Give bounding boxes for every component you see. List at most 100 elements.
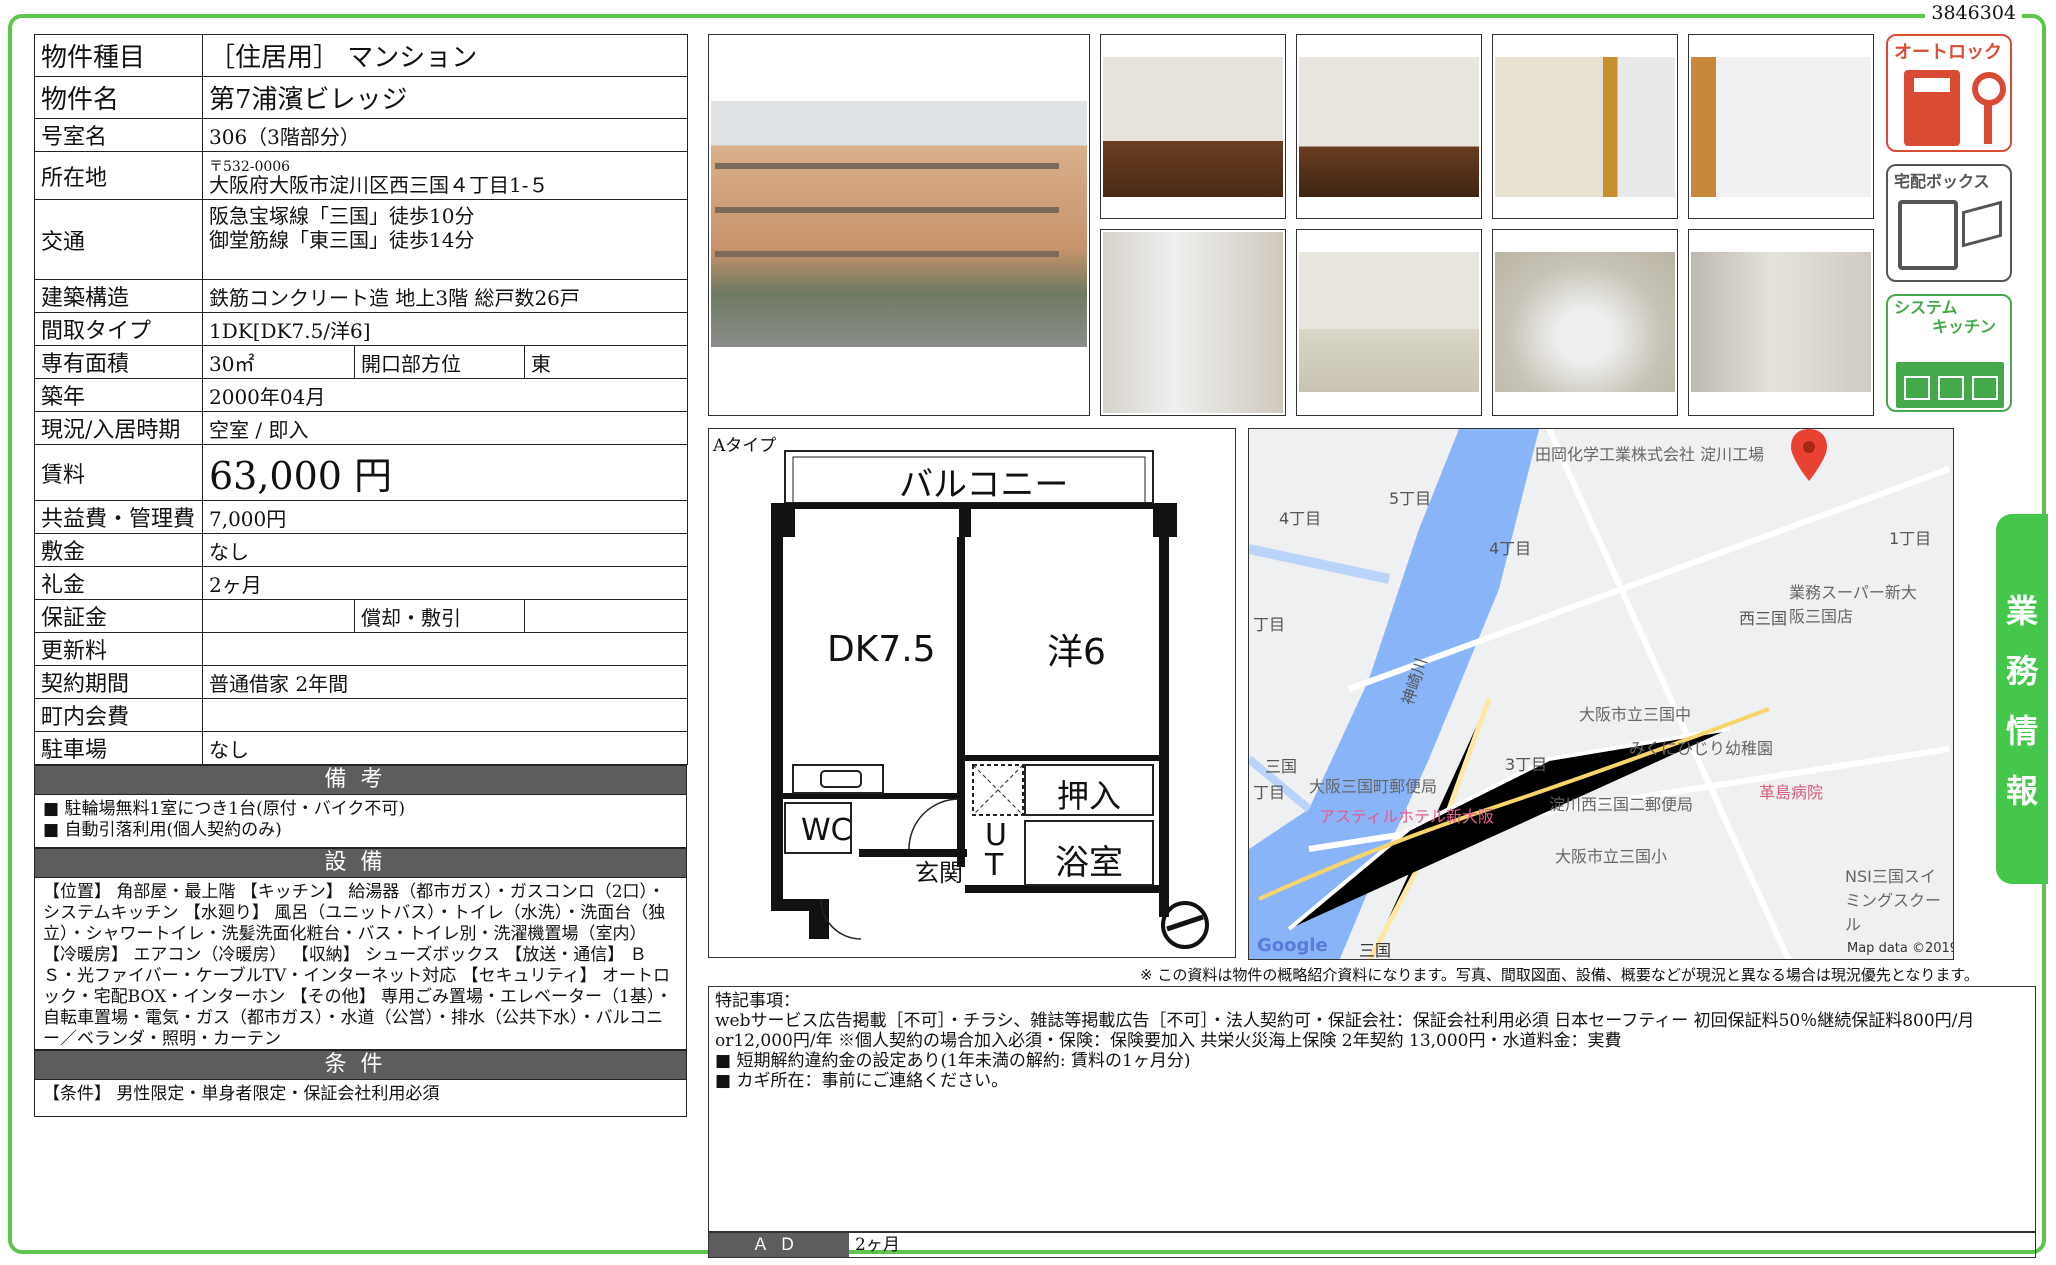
map-label: みくにひじり幼稚園: [1629, 739, 1774, 758]
guarantee-label: 保証金: [34, 599, 203, 633]
equipment-body: 【位置】 角部屋・最上階 【キッチン】 給湯器（都市ガス）・ガスコンロ（2口）・…: [34, 877, 687, 1050]
locker-icon: [1898, 200, 1958, 270]
kitchen-photo: [1688, 34, 1874, 219]
keypad-icon: [1904, 70, 1960, 146]
autolock-badge: オートロック: [1886, 34, 2012, 152]
map-label: 三国: [1265, 757, 1298, 776]
system-kitchen-badge: システム キッチン: [1886, 294, 2012, 412]
structure-label: 建築構造: [34, 279, 203, 313]
map-label: 4丁目: [1279, 509, 1322, 528]
notes-title: 特記事項：: [715, 991, 800, 1011]
deposit-value: なし: [201, 533, 689, 567]
contract-label: 契約期間: [34, 665, 203, 699]
map-label: NSI三国スイミングスクール: [1845, 867, 1942, 934]
map-label: 丁目: [1253, 783, 1286, 802]
system-label: システム: [1894, 298, 1958, 317]
conditions-body: 【条件】 男性限定・単身者限定・保証会社利用必須: [34, 1079, 687, 1117]
parcel-icon: [1962, 200, 2002, 248]
document-number: 3846304: [1925, 2, 2022, 24]
key-icon: [1972, 72, 2006, 106]
room-value: 306（3階部分）: [201, 118, 689, 152]
floor-plan: Aタイプ バルコニー DK7.5 洋6 押入 WC U T 浴室 玄関: [708, 428, 1236, 958]
type-label: 物件種目: [34, 34, 203, 77]
opening-value: 東: [523, 345, 689, 379]
wc-label: WC: [801, 813, 852, 848]
tab-char: 情: [2005, 712, 2038, 750]
key-money-value: 2ヶ月: [201, 566, 689, 600]
layout-value: 1DK[DK7.5/洋6]: [201, 312, 689, 346]
map-label: 1丁目: [1889, 529, 1932, 548]
status-label: 現況/入居時期: [34, 411, 203, 445]
conditions-header: 条件: [34, 1050, 687, 1079]
map-label: 西三国: [1739, 609, 1788, 628]
equipment-header: 設備: [34, 848, 687, 877]
map-label: 4丁目: [1489, 539, 1532, 558]
remarks-line: ■ 駐輪場無料1室につき1台(原付・バイク不可): [43, 799, 406, 819]
notes-line: ■ カギ所在：事前にご連絡ください。: [715, 1071, 1009, 1091]
guarantee-value: [202, 599, 355, 633]
utility-label: U T: [985, 818, 1007, 883]
remarks-header: 備考: [34, 765, 687, 794]
community-fee-value: [201, 698, 689, 732]
deposit-label: 敷金: [34, 533, 203, 567]
built-label: 築年: [34, 378, 203, 412]
map-label: 三国: [1359, 941, 1392, 960]
key-money-label: 礼金: [34, 566, 203, 600]
washroom-photo: [1100, 229, 1286, 416]
room-photo-2: [1296, 34, 1482, 219]
fee-value: 7,000円: [201, 500, 689, 534]
delivery-box-badge: 宅配ボックス: [1886, 164, 2012, 282]
name-label: 物件名: [34, 76, 203, 119]
remarks-line: ■ 自動引落利用(個人契約のみ): [43, 820, 282, 840]
dk-label: DK7.5: [827, 629, 936, 670]
autolock-label: オートロック: [1894, 42, 2002, 63]
remarks-body: ■ 駐輪場無料1室につき1台(原付・バイク不可) ■ 自動引落利用(個人契約のみ…: [34, 794, 687, 848]
fee-label: 共益費・管理費: [34, 500, 203, 534]
closet-label: 押入: [1057, 777, 1122, 815]
map-label: 3丁目: [1505, 755, 1548, 774]
balcony-label: バルコニー: [899, 465, 1069, 505]
location-map[interactable]: 田岡化学工業株式会社 淀川工場 5丁目 4丁目 4丁目 1丁目 業務スーパー新大…: [1248, 428, 1954, 960]
room-photo-1: [1100, 34, 1286, 219]
building-photo: [708, 34, 1090, 416]
built-value: 2000年04月: [201, 378, 689, 412]
floor-plan-drawing: [771, 450, 1209, 949]
location-pin-icon[interactable]: [1791, 429, 1827, 481]
map-label: 革島病院: [1759, 783, 1824, 802]
map-label: 丁目: [1253, 615, 1286, 634]
layout-label: 間取タイプ: [34, 312, 203, 346]
notes-line: webサービス広告掲載［不可］・チラシ、雑誌等掲載広告［不可］・法人契約可・保証…: [715, 1011, 1975, 1051]
rent-value: 63,000 円: [201, 444, 689, 501]
map-label: アスティルホテル新大阪: [1319, 807, 1495, 826]
parking-value: なし: [201, 731, 689, 765]
special-notes: 特記事項： webサービス広告掲載［不可］・チラシ、雑誌等掲載広告［不可］・法人…: [708, 986, 2036, 1232]
tab-char: 報: [2005, 772, 2038, 810]
delivery-box-label: 宅配ボックス: [1894, 172, 1990, 191]
toilet-photo: [1492, 229, 1678, 416]
tab-char: 務: [2005, 652, 2038, 690]
type-value: ［住居用］ マンション: [201, 34, 689, 77]
property-name: 第7浦濱ビレッジ: [201, 76, 689, 119]
disclaimer-text: ※ この資料は物件の概略紹介資料になります。写真、間取図面、設備、概要などが現況…: [1140, 966, 1979, 984]
map-attribution: Map data ©2019: [1847, 941, 1954, 956]
spec-panel: 物件種目 ［住居用］ マンション 物件名 第7浦濱ビレッジ 号室名 306（3階部分）…: [34, 34, 689, 1117]
renewal-value: [201, 632, 689, 666]
bath-label: 浴室: [1055, 843, 1123, 883]
rent-label: 賃料: [34, 444, 203, 501]
area-value: 30㎡: [202, 345, 355, 379]
map-label: 業務スーパー新大阪三国店: [1789, 583, 1917, 626]
hallway-photo: [1688, 229, 1874, 416]
address-label: 所在地: [34, 151, 203, 200]
renewal-label: 更新料: [34, 632, 203, 666]
map-label: 大阪市立三国小: [1555, 847, 1668, 866]
room-label: 号室名: [34, 118, 203, 152]
spec-table: 物件種目 ［住居用］ マンション 物件名 第7浦濱ビレッジ 号室名 306（3階部分）…: [34, 34, 689, 765]
transit-line-2: 御堂筋線「東三国」徒歩14分: [209, 228, 475, 252]
map-label: 大阪市立三国中: [1579, 705, 1692, 724]
business-info-tab[interactable]: 業 務 情 報: [1996, 514, 2048, 884]
map-label: 5丁目: [1389, 489, 1432, 508]
map-label: 田岡化学工業株式会社 淀川工場: [1535, 445, 1765, 464]
kitchen-label: キッチン: [1932, 317, 1997, 336]
tab-char: 業: [2005, 592, 2038, 630]
area-label: 専有面積: [34, 345, 203, 379]
